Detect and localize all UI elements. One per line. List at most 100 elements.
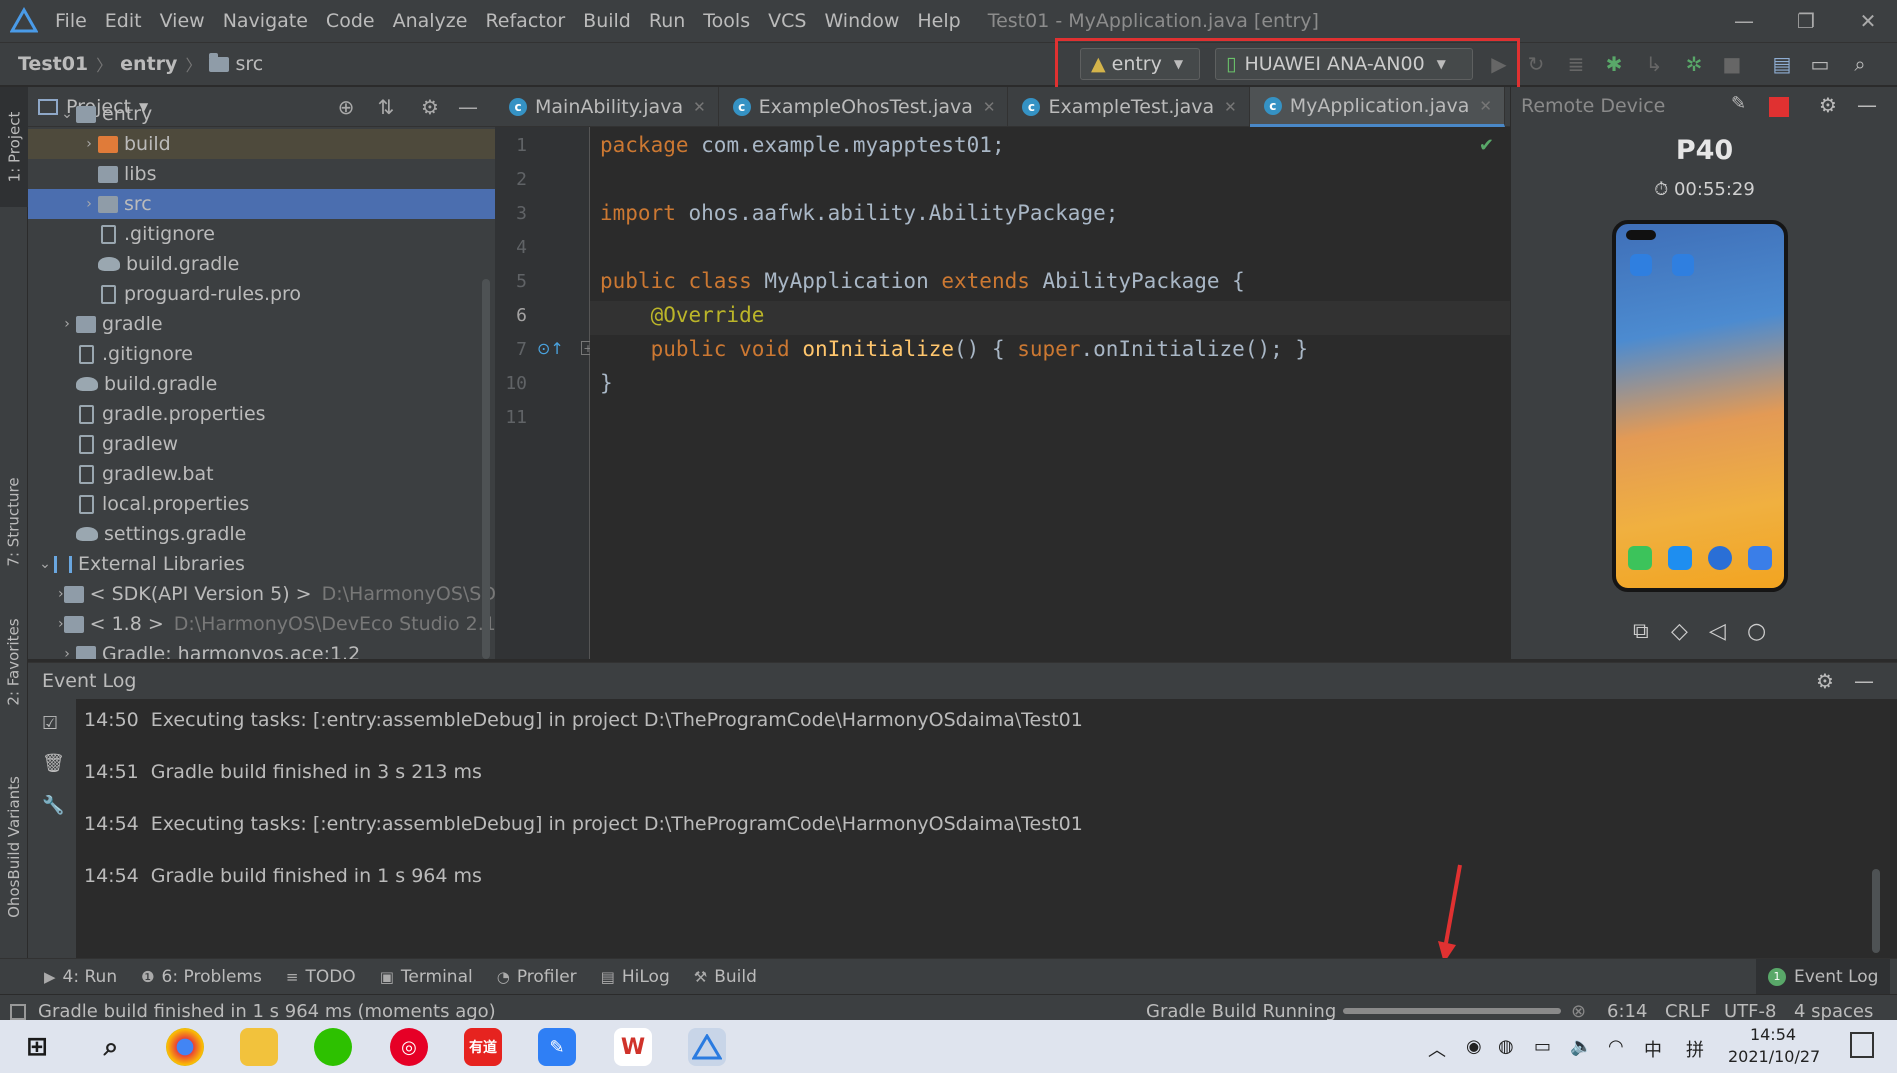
status-message[interactable]: Gradle build finished in 1 s 964 ms (mom… [38, 1001, 496, 1022]
menu-edit[interactable]: Edit [96, 10, 151, 32]
debug-icon[interactable]: ✱ [1600, 50, 1628, 78]
phone-app-icon[interactable] [1628, 546, 1652, 570]
caret-position[interactable]: 6:14 [1607, 1001, 1647, 1022]
tree-item[interactable]: proguard-rules.pro [28, 279, 495, 309]
back-icon[interactable]: ◁ [1709, 619, 1726, 644]
chevron-down-icon[interactable]: ⌄ [36, 556, 54, 572]
tree-item[interactable]: › Gradle: harmonyos.ace:1.2 [28, 639, 495, 659]
search-icon[interactable]: ⌕ [1846, 50, 1874, 78]
tab-terminal[interactable]: ▣ Terminal [380, 967, 473, 987]
tree-item[interactable]: gradlew [28, 429, 495, 459]
home-icon[interactable]: ○ [1747, 619, 1766, 644]
tree-item[interactable]: settings.gradle [28, 519, 495, 549]
rerun-icon[interactable]: ↻ [1522, 50, 1550, 78]
side-tab-build-variants[interactable]: OhosBuild Variants [0, 747, 28, 947]
breadcrumb-folder[interactable]: src [235, 53, 263, 75]
notification-icon[interactable] [1850, 1032, 1874, 1058]
tree-item[interactable]: build.gradle [28, 249, 495, 279]
chevron-right-icon[interactable]: › [58, 586, 64, 602]
wps-icon[interactable]: W [614, 1028, 652, 1066]
qq-icon[interactable]: ◉ [1466, 1036, 1482, 1057]
tab-build[interactable]: ⚒ Build [694, 967, 757, 987]
tree-item[interactable]: › gradle [28, 309, 495, 339]
browser-app-icon[interactable] [1708, 546, 1732, 570]
chevron-down-icon[interactable]: ⌄ [58, 106, 76, 122]
tab-problems[interactable]: ❶ 6: Problems [141, 967, 262, 987]
menu-refactor[interactable]: Refactor [476, 10, 574, 32]
close-icon[interactable]: ✕ [1224, 98, 1237, 116]
device-manager-icon[interactable]: ▭ [1806, 50, 1834, 78]
side-tab-structure[interactable]: 7: Structure [0, 457, 28, 587]
menu-help[interactable]: Help [908, 10, 969, 32]
maximize-button[interactable]: ❐ [1775, 0, 1837, 42]
gear-icon[interactable]: ⚙ [1819, 93, 1837, 117]
tree-item[interactable]: › src [28, 189, 495, 219]
menu-run[interactable]: Run [640, 10, 694, 32]
device-screen[interactable] [1612, 220, 1788, 592]
stop-device-icon[interactable] [1769, 97, 1789, 117]
tree-item[interactable]: › < 1.8 > D:\HarmonyOS\DevEco Studio 2.1.0 [28, 609, 495, 639]
attach-debugger-icon[interactable]: ✲ [1680, 50, 1708, 78]
override-marker-icon[interactable]: ⊙↑ [537, 339, 564, 358]
chevron-right-icon[interactable]: › [58, 616, 64, 632]
gear-icon[interactable]: ⚙ [1816, 669, 1834, 693]
notes-icon[interactable]: ✎ [538, 1028, 576, 1066]
mark-read-icon[interactable]: ☑ [42, 713, 58, 734]
app-icon[interactable] [1672, 254, 1694, 276]
tree-item[interactable]: libs [28, 159, 495, 189]
tree-item[interactable]: build.gradle [28, 369, 495, 399]
stop-icon[interactable]: ■ [1718, 50, 1746, 78]
tree-item[interactable]: gradle.properties [28, 399, 495, 429]
menu-view[interactable]: View [151, 10, 214, 32]
tab-main-ability[interactable]: c MainAbility.java ✕ [495, 87, 719, 127]
ime-pinyin[interactable]: 拼 [1686, 1036, 1704, 1062]
side-tab-favorites[interactable]: 2: Favorites [0, 607, 28, 717]
tree-item[interactable]: › < SDK(API Version 5) > D:\HarmonyOS\SDK [28, 579, 495, 609]
netease-music-icon[interactable]: ◎ [390, 1028, 428, 1066]
tab-my-application[interactable]: c MyApplication.java ✕ [1249, 87, 1505, 127]
tab-hilog[interactable]: ▤ HiLog [601, 967, 670, 987]
project-structure-icon[interactable]: ▤ [1768, 50, 1796, 78]
menu-file[interactable]: File [46, 10, 96, 32]
screenshot-icon[interactable]: ⧉ [1633, 619, 1649, 644]
menu-navigate[interactable]: Navigate [214, 10, 317, 32]
hide-panel-icon[interactable]: — [1854, 669, 1874, 693]
chrome-icon[interactable] [166, 1028, 204, 1066]
side-tab-project[interactable]: 1: Project [0, 87, 28, 207]
file-encoding[interactable]: UTF-8 [1724, 1001, 1776, 1022]
clock[interactable]: 14:54 2021/10/27 [1728, 1024, 1820, 1068]
messages-app-icon[interactable] [1668, 546, 1692, 570]
volume-icon[interactable]: 🔈 [1570, 1036, 1592, 1057]
breadcrumb-module[interactable]: entry [120, 53, 177, 75]
profile-icon[interactable]: ↳ [1640, 50, 1668, 78]
camera-app-icon[interactable] [1748, 546, 1772, 570]
tab-todo[interactable]: ≡ TODO [286, 967, 356, 987]
wrench-icon[interactable]: 🔧 [42, 795, 64, 816]
close-icon[interactable]: ✕ [1479, 97, 1492, 115]
menu-window[interactable]: Window [815, 10, 908, 32]
ime-mode[interactable]: 中 [1644, 1036, 1662, 1062]
cancel-task-icon[interactable]: ⊗ [1571, 1001, 1586, 1022]
battery-icon[interactable]: ▭ [1534, 1036, 1551, 1057]
tree-item[interactable]: › build [28, 129, 495, 159]
tab-run[interactable]: ▶ 4: Run [44, 967, 117, 987]
tree-item[interactable]: local.properties [28, 489, 495, 519]
minimize-button[interactable]: — [1713, 0, 1775, 42]
apply-changes-icon[interactable]: ≣ [1562, 50, 1590, 78]
rotate-icon[interactable]: ◇ [1671, 619, 1688, 644]
wechat-icon[interactable] [314, 1028, 352, 1066]
log-scrollbar[interactable] [1872, 869, 1880, 953]
tree-item[interactable]: .gitignore [28, 339, 495, 369]
chevron-right-icon[interactable]: › [58, 646, 76, 659]
tree-item[interactable]: ⌄ entry [28, 99, 495, 129]
tab-event-log[interactable]: 1 Event Log [1756, 959, 1891, 995]
app-icon[interactable] [1630, 254, 1652, 276]
menu-vcs[interactable]: VCS [759, 10, 815, 32]
chevron-right-icon[interactable]: › [80, 136, 98, 152]
wechat-tray-icon[interactable]: ◍ [1498, 1036, 1514, 1057]
deveco-taskbar-icon[interactable] [688, 1028, 726, 1066]
background-task-label[interactable]: Gradle Build Running [1146, 1001, 1336, 1022]
breadcrumb-project[interactable]: Test01 [18, 53, 88, 75]
menu-analyze[interactable]: Analyze [384, 10, 477, 32]
search-icon[interactable]: ⌕ [92, 1028, 130, 1066]
